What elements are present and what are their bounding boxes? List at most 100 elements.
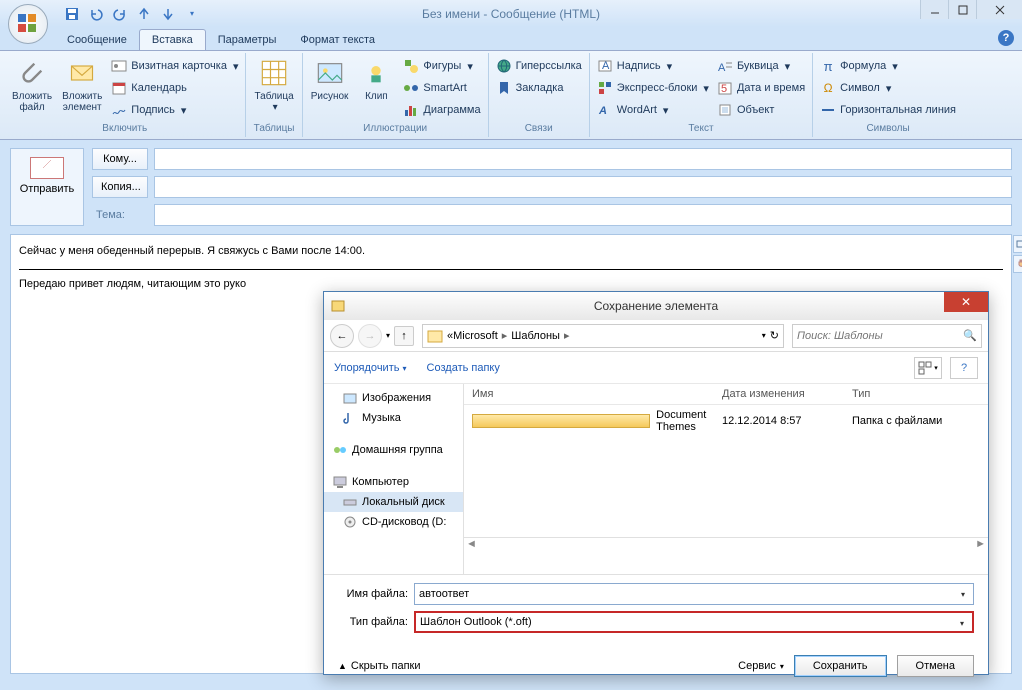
tools-dropdown[interactable]: Сервис▾ xyxy=(738,660,784,672)
datetime-button[interactable]: 5Дата и время xyxy=(714,77,808,99)
minimize-button[interactable] xyxy=(920,0,948,19)
tree-localdisk[interactable]: Локальный диск xyxy=(324,492,463,512)
tree-images[interactable]: Изображения xyxy=(324,388,463,408)
group-include-label: Включить xyxy=(8,122,241,135)
search-icon[interactable]: 🔍 xyxy=(963,329,977,342)
send-button[interactable]: Отправить xyxy=(10,148,84,226)
search-input[interactable] xyxy=(797,330,963,342)
group-include: Вложить файл Вложить элемент Визитная ка… xyxy=(4,53,246,137)
subject-field[interactable] xyxy=(154,204,1012,226)
tab-insert[interactable]: Вставка xyxy=(139,29,206,50)
tab-format[interactable]: Формат текста xyxy=(288,30,387,50)
qat-dropdown-icon[interactable]: ▾ xyxy=(183,5,201,23)
tree-cddrive[interactable]: CD-дисковод (D: xyxy=(324,512,463,532)
body-separator xyxy=(19,269,1003,270)
filename-input[interactable]: автоответ▾ xyxy=(414,583,974,605)
tree-homegroup[interactable]: Домашняя группа xyxy=(324,440,463,460)
group-tables: Таблица▾ Таблицы xyxy=(246,53,302,137)
hand-icon[interactable] xyxy=(1013,255,1022,273)
group-symbols: πФормула▾ ΩСимвол▾ Горизонтальная линия … xyxy=(813,53,963,137)
organize-button[interactable]: Упорядочить ▾ xyxy=(334,362,407,374)
breadcrumb-2[interactable]: Шаблоны xyxy=(511,330,560,342)
folder-tree[interactable]: Изображения Музыка Домашняя группа Компь… xyxy=(324,384,464,574)
wordart-icon: A xyxy=(597,102,613,118)
office-button[interactable] xyxy=(8,4,48,44)
address-dropdown-icon[interactable]: ▾ xyxy=(762,331,766,340)
hyperlink-button[interactable]: Гиперссылка xyxy=(493,55,585,77)
symbol-button[interactable]: ΩСимвол▾ xyxy=(817,77,959,99)
address-bar[interactable]: « Microsoft▸ Шаблоны▸ ▾ ↻ xyxy=(422,324,784,348)
save-button[interactable]: Сохранить xyxy=(794,655,887,677)
equation-button[interactable]: πФормула▾ xyxy=(817,55,959,77)
cc-button[interactable]: Копия... xyxy=(92,176,148,198)
shapes-button[interactable]: Фигуры▾ xyxy=(400,55,483,77)
dialog-body: Изображения Музыка Домашняя группа Компь… xyxy=(324,384,988,574)
tab-message[interactable]: Сообщение xyxy=(55,30,139,50)
file-row[interactable]: Document Themes 12.12.2014 8:57 Папка с … xyxy=(464,405,988,437)
view-mode-button[interactable]: ▾ xyxy=(914,357,942,379)
tree-computer[interactable]: Компьютер xyxy=(324,472,463,492)
cc-field[interactable] xyxy=(154,176,1012,198)
hline-button[interactable]: Горизонтальная линия xyxy=(817,99,959,121)
group-tables-label: Таблицы xyxy=(250,122,297,135)
close-button[interactable] xyxy=(976,0,1022,19)
calendar-button[interactable]: Календарь xyxy=(108,77,241,99)
forward-button[interactable]: → xyxy=(358,324,382,348)
picture-button[interactable]: Рисунок xyxy=(307,55,353,122)
filetype-select[interactable]: Шаблон Outlook (*.oft)▾ xyxy=(414,611,974,633)
folder-icon xyxy=(472,414,650,428)
breadcrumb-1[interactable]: Microsoft xyxy=(453,330,498,342)
col-date[interactable]: Дата изменения xyxy=(722,388,852,400)
tab-options[interactable]: Параметры xyxy=(206,30,289,50)
attach-item-button[interactable]: Вложить элемент xyxy=(58,55,106,122)
quickparts-button[interactable]: Экспресс-блоки▾ xyxy=(594,77,712,99)
col-name[interactable]: Имя xyxy=(472,388,722,400)
attach-file-button[interactable]: Вложить файл xyxy=(8,55,56,122)
back-button[interactable]: ← xyxy=(330,324,354,348)
tree-music[interactable]: Музыка xyxy=(324,408,463,428)
redo-icon[interactable] xyxy=(111,5,129,23)
clip-icon xyxy=(360,57,392,89)
new-folder-button[interactable]: Создать папку xyxy=(427,362,500,374)
save-icon[interactable] xyxy=(63,5,81,23)
cancel-button[interactable]: Отмена xyxy=(897,655,974,677)
refresh-icon[interactable]: ↻ xyxy=(770,329,779,342)
business-card-button[interactable]: Визитная карточка▾ xyxy=(108,55,241,77)
horizontal-scrollbar[interactable]: ◄► xyxy=(464,537,988,549)
ruler-icon[interactable] xyxy=(1013,235,1022,253)
chart-button[interactable]: Диаграмма xyxy=(400,99,483,121)
to-field[interactable] xyxy=(154,148,1012,170)
file-list-header[interactable]: Имя Дата изменения Тип xyxy=(464,384,988,405)
help-button[interactable]: ? xyxy=(950,357,978,379)
file-list[interactable]: Имя Дата изменения Тип Document Themes 1… xyxy=(464,384,988,574)
paperclip-icon xyxy=(16,57,48,89)
clip-button[interactable]: Клип xyxy=(354,55,398,122)
col-type[interactable]: Тип xyxy=(852,388,870,400)
group-illustrations-label: Иллюстрации xyxy=(307,122,484,135)
maximize-button[interactable] xyxy=(948,0,976,19)
bookmark-icon xyxy=(496,80,512,96)
smartart-button[interactable]: SmartArt xyxy=(400,77,483,99)
filename-label: Имя файла: xyxy=(338,588,408,600)
signature-button[interactable]: Подпись▾ xyxy=(108,99,241,121)
dialog-close-button[interactable]: ✕ xyxy=(944,292,988,312)
textbox-button[interactable]: AНадпись▾ xyxy=(594,55,712,77)
undo-icon[interactable] xyxy=(87,5,105,23)
wordart-button[interactable]: AWordArt▾ xyxy=(594,99,712,121)
nav-dropdown-icon[interactable]: ▾ xyxy=(386,331,390,340)
dialog-titlebar: Сохранение элемента ✕ xyxy=(324,292,988,320)
next-icon[interactable] xyxy=(159,5,177,23)
previous-icon[interactable] xyxy=(135,5,153,23)
dropcap-button[interactable]: AБуквица▾ xyxy=(714,55,808,77)
chevron-down-icon[interactable]: ▾ xyxy=(954,615,970,631)
search-box[interactable]: 🔍 xyxy=(792,324,982,348)
help-icon[interactable]: ? xyxy=(998,30,1014,46)
table-button[interactable]: Таблица▾ xyxy=(250,55,297,122)
hide-folders-button[interactable]: ▲Скрыть папки xyxy=(338,660,421,672)
body-line-2: Передаю привет людям, читающим это руко xyxy=(19,278,1003,290)
to-button[interactable]: Кому... xyxy=(92,148,148,170)
object-button[interactable]: Объект xyxy=(714,99,808,121)
bookmark-button[interactable]: Закладка xyxy=(493,77,585,99)
chevron-down-icon[interactable]: ▾ xyxy=(955,586,971,602)
up-button[interactable]: ↑ xyxy=(394,326,414,346)
